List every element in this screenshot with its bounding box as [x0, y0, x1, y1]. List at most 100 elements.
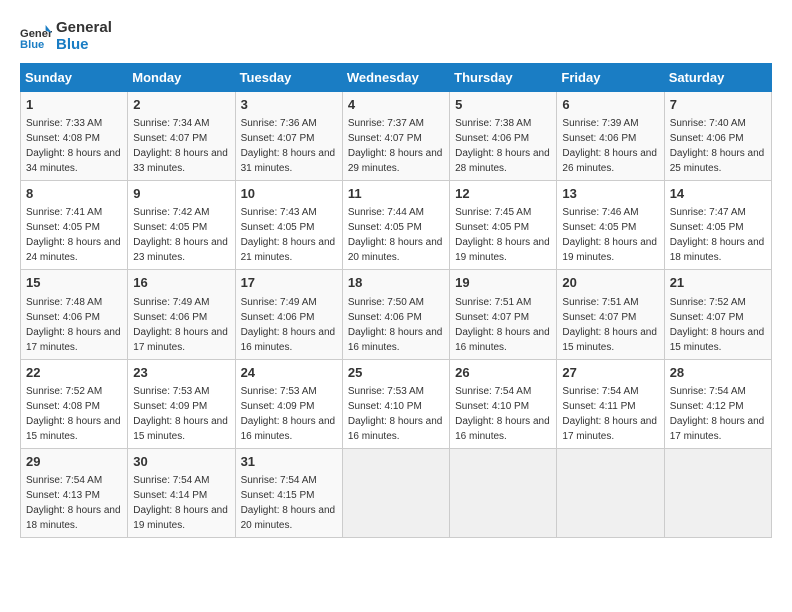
day-daylight: Daylight: 8 hours and 19 minutes. — [133, 505, 228, 531]
day-sunrise: Sunrise: 7:42 AM — [133, 207, 209, 218]
calendar-cell: 31 Sunrise: 7:54 AM Sunset: 4:15 PM Dayl… — [235, 448, 342, 537]
calendar-cell — [664, 448, 771, 537]
calendar-cell: 16 Sunrise: 7:49 AM Sunset: 4:06 PM Dayl… — [128, 270, 235, 359]
day-daylight: Daylight: 8 hours and 17 minutes. — [133, 327, 228, 353]
day-sunset: Sunset: 4:15 PM — [241, 490, 315, 501]
day-number: 4 — [348, 96, 444, 114]
day-number: 10 — [241, 185, 337, 203]
day-sunset: Sunset: 4:07 PM — [455, 312, 529, 323]
calendar-week-3: 15 Sunrise: 7:48 AM Sunset: 4:06 PM Dayl… — [21, 270, 772, 359]
day-number: 6 — [562, 96, 658, 114]
day-daylight: Daylight: 8 hours and 34 minutes. — [26, 148, 121, 174]
day-sunrise: Sunrise: 7:37 AM — [348, 118, 424, 129]
day-daylight: Daylight: 8 hours and 24 minutes. — [26, 237, 121, 263]
calendar-cell: 7 Sunrise: 7:40 AM Sunset: 4:06 PM Dayli… — [664, 92, 771, 181]
day-daylight: Daylight: 8 hours and 33 minutes. — [133, 148, 228, 174]
logo-general: General — [56, 20, 112, 37]
day-daylight: Daylight: 8 hours and 29 minutes. — [348, 148, 443, 174]
day-sunrise: Sunrise: 7:34 AM — [133, 118, 209, 129]
day-daylight: Daylight: 8 hours and 16 minutes. — [348, 416, 443, 442]
day-number: 24 — [241, 364, 337, 382]
day-number: 8 — [26, 185, 122, 203]
calendar-cell: 21 Sunrise: 7:52 AM Sunset: 4:07 PM Dayl… — [664, 270, 771, 359]
day-number: 28 — [670, 364, 766, 382]
day-daylight: Daylight: 8 hours and 26 minutes. — [562, 148, 657, 174]
day-sunrise: Sunrise: 7:54 AM — [670, 386, 746, 397]
day-sunrise: Sunrise: 7:54 AM — [26, 475, 102, 486]
day-number: 18 — [348, 274, 444, 292]
day-sunrise: Sunrise: 7:49 AM — [241, 297, 317, 308]
day-sunrise: Sunrise: 7:40 AM — [670, 118, 746, 129]
day-sunrise: Sunrise: 7:48 AM — [26, 297, 102, 308]
calendar-week-4: 22 Sunrise: 7:52 AM Sunset: 4:08 PM Dayl… — [21, 359, 772, 448]
calendar-cell: 27 Sunrise: 7:54 AM Sunset: 4:11 PM Dayl… — [557, 359, 664, 448]
day-sunrise: Sunrise: 7:54 AM — [562, 386, 638, 397]
day-daylight: Daylight: 8 hours and 18 minutes. — [670, 237, 765, 263]
calendar-cell: 18 Sunrise: 7:50 AM Sunset: 4:06 PM Dayl… — [342, 270, 449, 359]
day-sunset: Sunset: 4:06 PM — [562, 133, 636, 144]
calendar-cell: 1 Sunrise: 7:33 AM Sunset: 4:08 PM Dayli… — [21, 92, 128, 181]
day-sunrise: Sunrise: 7:38 AM — [455, 118, 531, 129]
day-sunrise: Sunrise: 7:50 AM — [348, 297, 424, 308]
header-day-friday: Friday — [557, 64, 664, 92]
day-daylight: Daylight: 8 hours and 20 minutes. — [241, 505, 336, 531]
day-sunset: Sunset: 4:14 PM — [133, 490, 207, 501]
calendar-cell: 29 Sunrise: 7:54 AM Sunset: 4:13 PM Dayl… — [21, 448, 128, 537]
calendar-header: SundayMondayTuesdayWednesdayThursdayFrid… — [21, 64, 772, 92]
day-sunrise: Sunrise: 7:36 AM — [241, 118, 317, 129]
day-number: 31 — [241, 453, 337, 471]
day-number: 19 — [455, 274, 551, 292]
calendar-cell: 25 Sunrise: 7:53 AM Sunset: 4:10 PM Dayl… — [342, 359, 449, 448]
day-sunset: Sunset: 4:09 PM — [133, 401, 207, 412]
day-sunrise: Sunrise: 7:52 AM — [670, 297, 746, 308]
calendar-cell — [557, 448, 664, 537]
day-number: 25 — [348, 364, 444, 382]
day-daylight: Daylight: 8 hours and 16 minutes. — [455, 327, 550, 353]
calendar-cell: 24 Sunrise: 7:53 AM Sunset: 4:09 PM Dayl… — [235, 359, 342, 448]
day-sunset: Sunset: 4:06 PM — [670, 133, 744, 144]
day-sunrise: Sunrise: 7:39 AM — [562, 118, 638, 129]
day-number: 26 — [455, 364, 551, 382]
day-sunset: Sunset: 4:07 PM — [348, 133, 422, 144]
calendar-cell: 8 Sunrise: 7:41 AM Sunset: 4:05 PM Dayli… — [21, 181, 128, 270]
day-number: 16 — [133, 274, 229, 292]
day-sunset: Sunset: 4:05 PM — [670, 222, 744, 233]
day-daylight: Daylight: 8 hours and 19 minutes. — [455, 237, 550, 263]
day-daylight: Daylight: 8 hours and 15 minutes. — [133, 416, 228, 442]
header-day-sunday: Sunday — [21, 64, 128, 92]
day-sunrise: Sunrise: 7:54 AM — [241, 475, 317, 486]
calendar-week-2: 8 Sunrise: 7:41 AM Sunset: 4:05 PM Dayli… — [21, 181, 772, 270]
calendar-cell: 9 Sunrise: 7:42 AM Sunset: 4:05 PM Dayli… — [128, 181, 235, 270]
day-sunrise: Sunrise: 7:51 AM — [455, 297, 531, 308]
day-sunrise: Sunrise: 7:54 AM — [133, 475, 209, 486]
day-daylight: Daylight: 8 hours and 17 minutes. — [562, 416, 657, 442]
calendar-cell: 4 Sunrise: 7:37 AM Sunset: 4:07 PM Dayli… — [342, 92, 449, 181]
calendar-cell: 22 Sunrise: 7:52 AM Sunset: 4:08 PM Dayl… — [21, 359, 128, 448]
header-day-tuesday: Tuesday — [235, 64, 342, 92]
calendar-cell: 15 Sunrise: 7:48 AM Sunset: 4:06 PM Dayl… — [21, 270, 128, 359]
day-sunrise: Sunrise: 7:43 AM — [241, 207, 317, 218]
day-sunset: Sunset: 4:05 PM — [241, 222, 315, 233]
svg-text:Blue: Blue — [20, 39, 44, 51]
day-sunrise: Sunrise: 7:53 AM — [348, 386, 424, 397]
day-daylight: Daylight: 8 hours and 16 minutes. — [455, 416, 550, 442]
day-daylight: Daylight: 8 hours and 15 minutes. — [670, 327, 765, 353]
day-sunset: Sunset: 4:05 PM — [26, 222, 100, 233]
day-daylight: Daylight: 8 hours and 15 minutes. — [26, 416, 121, 442]
calendar-cell: 17 Sunrise: 7:49 AM Sunset: 4:06 PM Dayl… — [235, 270, 342, 359]
day-sunset: Sunset: 4:07 PM — [241, 133, 315, 144]
day-sunset: Sunset: 4:06 PM — [455, 133, 529, 144]
day-daylight: Daylight: 8 hours and 16 minutes. — [241, 327, 336, 353]
calendar-table: SundayMondayTuesdayWednesdayThursdayFrid… — [20, 63, 772, 538]
day-sunset: Sunset: 4:06 PM — [133, 312, 207, 323]
calendar-cell: 28 Sunrise: 7:54 AM Sunset: 4:12 PM Dayl… — [664, 359, 771, 448]
calendar-cell: 11 Sunrise: 7:44 AM Sunset: 4:05 PM Dayl… — [342, 181, 449, 270]
day-number: 29 — [26, 453, 122, 471]
calendar-cell — [342, 448, 449, 537]
day-daylight: Daylight: 8 hours and 25 minutes. — [670, 148, 765, 174]
logo-icon: General Blue — [20, 21, 52, 53]
calendar-cell: 3 Sunrise: 7:36 AM Sunset: 4:07 PM Dayli… — [235, 92, 342, 181]
day-sunset: Sunset: 4:08 PM — [26, 133, 100, 144]
calendar-body: 1 Sunrise: 7:33 AM Sunset: 4:08 PM Dayli… — [21, 92, 772, 538]
calendar-cell: 13 Sunrise: 7:46 AM Sunset: 4:05 PM Dayl… — [557, 181, 664, 270]
